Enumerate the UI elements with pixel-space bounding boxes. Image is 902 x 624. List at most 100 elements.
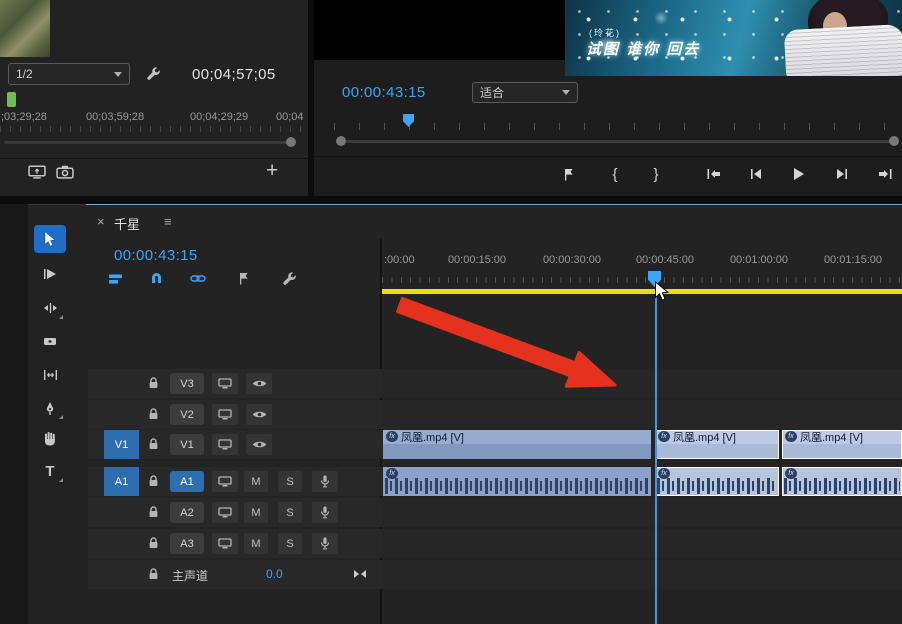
video-clip-selected[interactable]: fx凤凰.mp4 [V]	[782, 430, 902, 459]
source-timecode: 00;04;57;05	[192, 66, 276, 83]
source-thumbnail	[0, 0, 50, 57]
source-ruler-ticks[interactable]	[0, 126, 302, 132]
sync-lock-icon[interactable]	[212, 471, 238, 492]
audio-clip[interactable]: fx	[383, 467, 651, 496]
solo-button[interactable]: S	[278, 533, 302, 554]
add-marker-icon[interactable]	[238, 272, 250, 285]
selection-tool-button[interactable]	[34, 225, 66, 253]
razor-tool-button[interactable]	[34, 327, 66, 355]
program-timecode: 00:00:43:15	[342, 84, 426, 101]
pen-tool-button[interactable]	[34, 394, 66, 422]
go-to-in-button[interactable]	[700, 162, 726, 186]
clip-marker-green[interactable]	[7, 92, 16, 107]
track-output-eye-icon[interactable]	[246, 434, 272, 455]
divider	[0, 158, 308, 159]
lock-icon[interactable]	[148, 408, 159, 426]
play-button[interactable]	[785, 162, 811, 186]
track-content-a3[interactable]	[382, 529, 902, 558]
track-select-forward-tool-button[interactable]	[34, 260, 66, 288]
nest-sequences-icon[interactable]	[108, 273, 123, 285]
track-content-v2[interactable]	[382, 400, 902, 429]
timeline-timecode: 00:00:43:15	[114, 247, 198, 264]
track-name-button[interactable]: V3	[170, 373, 204, 394]
sync-lock-icon[interactable]	[212, 373, 238, 394]
source-zoom-handle[interactable]	[286, 137, 296, 147]
mark-in-button[interactable]: {	[602, 162, 628, 186]
master-track-label: 主声道	[172, 567, 208, 584]
track-content-master[interactable]	[382, 560, 902, 589]
mouse-cursor	[654, 281, 670, 303]
program-zoom-handle-right[interactable]	[889, 136, 899, 146]
type-tool-button[interactable]: T	[34, 457, 66, 485]
program-video-preview: (玲花) 试图 谁你 回去	[565, 0, 902, 76]
chevron-down-icon	[114, 72, 122, 77]
zoom-fit-dropdown[interactable]: 适合	[472, 82, 578, 103]
master-gain-value[interactable]: 0.0	[266, 567, 283, 581]
ripple-edit-tool-button[interactable]	[34, 294, 66, 322]
step-back-button[interactable]	[743, 162, 769, 186]
timeline-settings-wrench-icon[interactable]	[282, 272, 297, 287]
mute-button[interactable]: M	[244, 471, 268, 492]
track-output-eye-icon[interactable]	[246, 404, 272, 425]
track-name-button[interactable]: A1	[170, 471, 204, 492]
solo-button[interactable]: S	[278, 502, 302, 523]
sync-lock-icon[interactable]	[212, 404, 238, 425]
keyframe-navigator-icon[interactable]	[352, 568, 368, 580]
program-monitor-panel: (玲花) 试图 谁你 回去 00:00:43:15 适合 { }	[314, 0, 902, 196]
track-name-button[interactable]: V1	[170, 434, 204, 455]
add-button[interactable]: +	[266, 159, 278, 183]
timeline-ruler-ticks[interactable]	[382, 277, 902, 283]
linked-selection-icon[interactable]	[190, 274, 206, 283]
slip-tool-button[interactable]	[34, 361, 66, 389]
source-zoom-scrollbar[interactable]	[4, 141, 294, 144]
voiceover-mic-icon[interactable]	[312, 471, 338, 492]
lock-icon[interactable]	[148, 438, 159, 456]
playhead-line	[655, 287, 657, 624]
program-zoom-scrollbar[interactable]	[346, 140, 890, 143]
sync-lock-icon[interactable]	[212, 502, 238, 523]
lock-icon[interactable]	[148, 506, 159, 524]
go-to-out-button[interactable]	[872, 162, 898, 186]
sync-lock-icon[interactable]	[212, 434, 238, 455]
lock-icon[interactable]	[148, 568, 159, 586]
hand-tool-button[interactable]	[34, 424, 66, 452]
export-frame-camera-icon[interactable]	[56, 165, 74, 179]
timeline-tab-title[interactable]: 千星	[114, 214, 140, 233]
step-forward-button[interactable]	[829, 162, 855, 186]
source-page-dropdown[interactable]: 1/2	[8, 63, 130, 85]
tab-close-icon[interactable]: ×	[97, 214, 105, 229]
snap-icon[interactable]	[150, 272, 163, 285]
solo-button[interactable]: S	[278, 471, 302, 492]
track-name-button[interactable]: A3	[170, 533, 204, 554]
lock-icon[interactable]	[148, 475, 159, 493]
program-zoom-handle-left[interactable]	[336, 136, 346, 146]
left-edge-strip	[0, 204, 28, 624]
source-patch-v1[interactable]: V1	[104, 430, 139, 459]
track-name-button[interactable]: V2	[170, 404, 204, 425]
mark-out-button[interactable]: }	[643, 162, 669, 186]
sync-lock-icon[interactable]	[212, 533, 238, 554]
source-ruler-label: 00;03;59;28	[86, 111, 144, 123]
ruler-label: 00:00:30:00	[543, 254, 601, 266]
mute-button[interactable]: M	[244, 502, 268, 523]
voiceover-mic-icon[interactable]	[312, 502, 338, 523]
add-marker-button[interactable]	[556, 162, 582, 186]
voiceover-mic-icon[interactable]	[312, 533, 338, 554]
audio-clip-selected[interactable]: fx	[655, 467, 779, 496]
panel-divider-horizontal[interactable]	[0, 196, 902, 204]
lock-icon[interactable]	[148, 377, 159, 395]
panel-menu-icon[interactable]: ≡	[164, 214, 172, 229]
video-clip[interactable]: fx凤凰.mp4 [V]	[383, 430, 651, 459]
export-settings-icon[interactable]	[28, 164, 46, 179]
track-content-a2[interactable]	[382, 498, 902, 527]
source-settings-wrench-icon[interactable]	[146, 67, 161, 82]
audio-clip-selected[interactable]: fx	[782, 467, 902, 496]
source-patch-a1[interactable]: A1	[104, 467, 139, 496]
lock-icon[interactable]	[148, 537, 159, 555]
video-clip-selected[interactable]: fx凤凰.mp4 [V]	[655, 430, 779, 459]
track-output-eye-icon[interactable]	[246, 373, 272, 394]
mute-button[interactable]: M	[244, 533, 268, 554]
track-header-a2: A2 M S	[88, 498, 382, 527]
program-mini-ruler[interactable]	[334, 114, 900, 130]
track-name-button[interactable]: A2	[170, 502, 204, 523]
